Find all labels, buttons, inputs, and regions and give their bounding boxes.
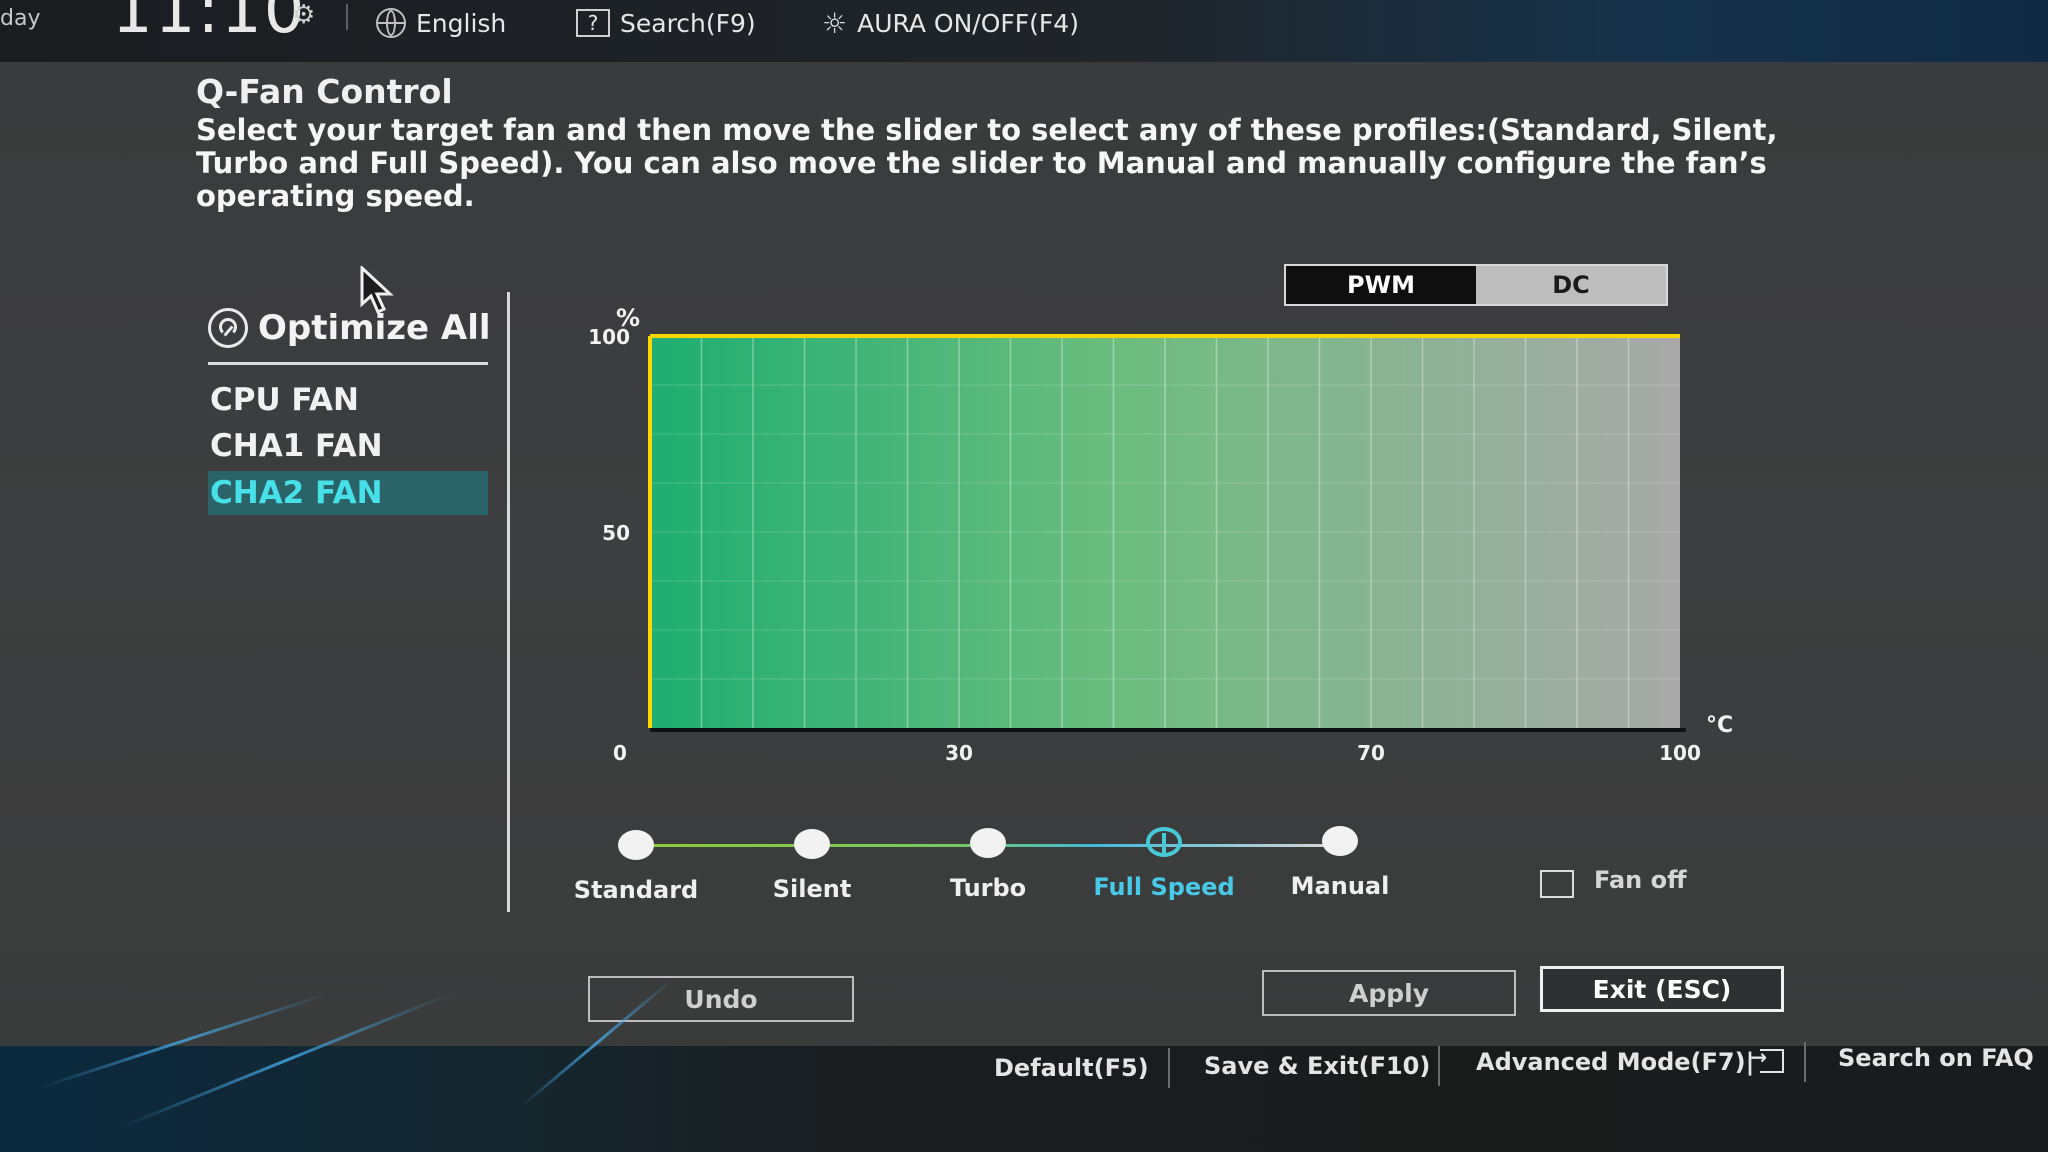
footer-separator bbox=[1438, 1046, 1440, 1086]
apply-button[interactable]: Apply bbox=[1262, 970, 1516, 1016]
x-tick-label: 70 bbox=[1357, 741, 1385, 765]
y-axis-label: % bbox=[616, 304, 640, 332]
optimize-all-button[interactable]: Optimize All bbox=[208, 308, 491, 348]
top-separator bbox=[346, 4, 348, 30]
page-title: Q-Fan Control bbox=[196, 72, 453, 111]
profile-label-manual[interactable]: Manual bbox=[1291, 872, 1390, 900]
search-button[interactable]: ? Search(F9) bbox=[576, 6, 756, 40]
search-faq-button[interactable]: Search on FAQ bbox=[1838, 1044, 2034, 1072]
footer-separator bbox=[1804, 1042, 1806, 1082]
search-label: Search(F9) bbox=[620, 8, 756, 38]
fan-curve-chart: 50 100 0 30 70 100% °C bbox=[550, 290, 1750, 770]
x-axis-label: °C bbox=[1706, 713, 1733, 738]
profile-knob-silent[interactable] bbox=[794, 829, 830, 859]
help-icon: ? bbox=[576, 9, 610, 37]
fan-item-label: CHA2 FAN bbox=[210, 475, 383, 511]
page-description: Select your target fan and then move the… bbox=[196, 113, 1778, 213]
x-tick-label: 0 bbox=[613, 741, 627, 765]
save-exit-button[interactable]: Save & Exit(F10) bbox=[1204, 1052, 1430, 1080]
language-button[interactable]: English bbox=[376, 6, 506, 40]
aura-toggle-button[interactable]: ☼ AURA ON/OFF(F4) bbox=[822, 6, 1079, 40]
profile-label-full-speed[interactable]: Full Speed bbox=[1093, 873, 1234, 901]
aura-light-icon: ☼ bbox=[822, 6, 848, 40]
top-bar: day 11:10 ⚙ English ? Search(F9) ☼ AURA … bbox=[0, 0, 2048, 62]
y-tick-label: 50 bbox=[602, 521, 630, 545]
fan-item-cha2[interactable]: CHA2 FAN bbox=[208, 471, 488, 515]
x-tick-label: 100 bbox=[1659, 741, 1701, 765]
footer-separator bbox=[1168, 1048, 1170, 1088]
fan-curve-svg: 501000 30 70 100%°C bbox=[588, 304, 1733, 765]
advanced-mode-label: Advanced Mode(F7)| bbox=[1476, 1048, 1755, 1076]
fan-item-label: CPU FAN bbox=[210, 382, 359, 418]
clock-settings-icon[interactable]: ⚙ bbox=[292, 0, 315, 30]
profile-label-silent[interactable]: Silent bbox=[773, 875, 852, 903]
fan-item-cha1[interactable]: CHA1 FAN bbox=[208, 424, 488, 468]
profile-label-turbo[interactable]: Turbo bbox=[950, 874, 1026, 902]
date-text: day bbox=[0, 6, 41, 31]
fan-item-label: CHA1 FAN bbox=[210, 428, 383, 464]
sidebar-divider bbox=[507, 292, 510, 912]
profile-knob-full-speed[interactable] bbox=[1146, 827, 1182, 857]
profile-knob-turbo[interactable] bbox=[970, 828, 1006, 858]
aura-label: AURA ON/OFF(F4) bbox=[857, 8, 1079, 38]
fan-off-checkbox[interactable] bbox=[1540, 870, 1574, 898]
clock: 11:10 bbox=[112, 0, 307, 48]
profile-knob-manual[interactable] bbox=[1322, 826, 1358, 856]
globe-icon bbox=[376, 8, 406, 38]
optimize-divider bbox=[208, 362, 488, 365]
gauge-icon bbox=[208, 308, 248, 348]
exit-arrow-icon bbox=[1750, 1045, 1785, 1073]
advanced-mode-button[interactable]: Advanced Mode(F7)| bbox=[1476, 1045, 1785, 1076]
x-tick-label: 30 bbox=[945, 741, 973, 765]
language-label: English bbox=[416, 8, 507, 38]
fan-item-cpu[interactable]: CPU FAN bbox=[208, 378, 488, 422]
profile-knob-standard[interactable] bbox=[618, 830, 654, 860]
default-button[interactable]: Default(F5) bbox=[994, 1054, 1149, 1082]
profile-label-standard[interactable]: Standard bbox=[574, 876, 698, 904]
exit-button[interactable]: Exit (ESC) bbox=[1540, 966, 1784, 1012]
fan-off-label: Fan off bbox=[1594, 866, 1687, 894]
